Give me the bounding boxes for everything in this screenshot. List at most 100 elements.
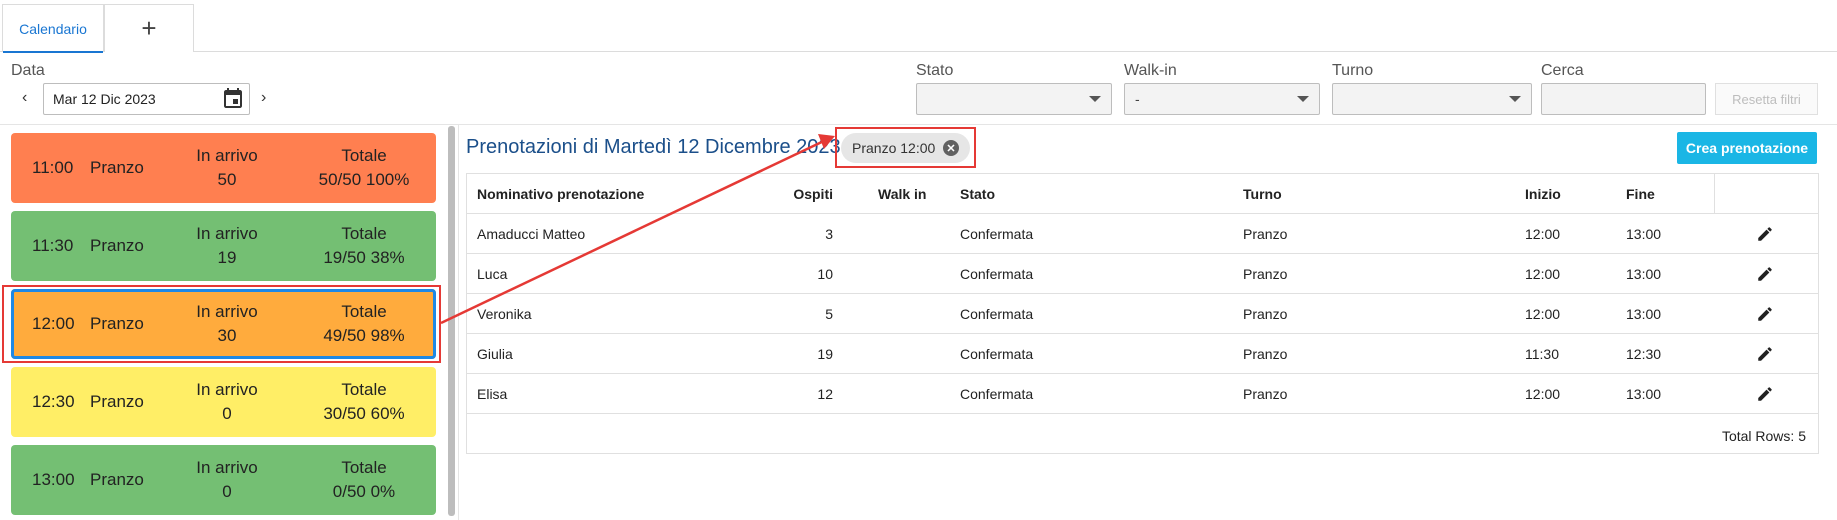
slot-card[interactable]: 11:00 Pranzo In arrivo 50 Totale 50/50 1… — [11, 133, 436, 203]
edit-icon[interactable] — [1756, 305, 1774, 323]
prev-day-icon[interactable]: ‹ — [22, 89, 27, 107]
cell-ospiti: 3 — [825, 226, 833, 242]
slot-turno: Pranzo — [90, 392, 144, 411]
column-header[interactable]: Fine — [1626, 186, 1655, 202]
column-header[interactable]: Ospiti — [753, 186, 833, 202]
cell-nominativo: Giulia — [477, 346, 513, 362]
cell-ospiti: 19 — [817, 346, 833, 362]
cell-turno: Pranzo — [1243, 266, 1288, 282]
slot-totale-label: Totale — [341, 458, 387, 477]
close-icon[interactable]: ✕ — [943, 140, 959, 156]
cell-stato: Confermata — [960, 386, 1034, 402]
slot-turno: Pranzo — [90, 470, 144, 489]
walkin-label: Walk-in — [1124, 62, 1177, 79]
cell-inizio: 12:00 — [1525, 386, 1561, 402]
column-header[interactable]: Stato — [960, 186, 995, 202]
column-header[interactable]: Inizio — [1525, 186, 1561, 202]
divider — [458, 125, 459, 520]
cell-stato: Confermata — [960, 266, 1034, 282]
edit-icon[interactable] — [1756, 385, 1774, 403]
divider — [467, 293, 1818, 294]
cell-stato: Confermata — [960, 306, 1034, 322]
cell-turno: Pranzo — [1243, 386, 1288, 402]
column-header[interactable]: Nominativo prenotazione — [477, 186, 644, 202]
slot-time: 12:30 — [32, 392, 75, 411]
scrollbar[interactable] — [448, 126, 455, 516]
total-rows: Total Rows: 5 — [1721, 428, 1806, 444]
stato-select[interactable] — [916, 83, 1112, 115]
slot-arrivo-value: 0 — [222, 482, 232, 501]
column-header[interactable]: Walk in — [878, 186, 927, 202]
cell-inizio: 11:30 — [1525, 346, 1559, 362]
date-input[interactable]: Mar 12 Dic 2023 — [43, 83, 250, 115]
cell-turno: Pranzo — [1243, 226, 1288, 242]
cell-turno: Pranzo — [1243, 306, 1288, 322]
cell-inizio: 12:00 — [1525, 266, 1561, 282]
divider — [467, 213, 1818, 214]
slot-time: 11:00 — [32, 158, 74, 177]
cell-nominativo: Amaducci Matteo — [477, 226, 586, 242]
column-header[interactable]: Turno — [1243, 186, 1282, 202]
cell-inizio: 12:00 — [1525, 226, 1561, 242]
slot-totale-label: Totale — [341, 224, 387, 243]
cell-fine: 13:00 — [1626, 226, 1662, 242]
stato-label: Stato — [916, 62, 954, 79]
walkin-select[interactable]: - — [1124, 83, 1320, 115]
slot-turno: Pranzo — [90, 236, 144, 255]
edit-icon[interactable] — [1756, 345, 1774, 363]
slot-totale-label: Totale — [341, 380, 387, 399]
divider — [467, 333, 1818, 334]
slot-totale-value: 19/50 38% — [323, 248, 405, 267]
search-input[interactable] — [1541, 83, 1706, 115]
edit-icon[interactable] — [1756, 265, 1774, 283]
chevron-down-icon — [1297, 96, 1309, 102]
slot-card[interactable]: 13:00 Pranzo In arrivo 0 Totale 0/50 0% — [11, 445, 436, 515]
slot-totale-value: 0/50 0% — [332, 482, 396, 501]
slot-card[interactable]: 11:30 Pranzo In arrivo 19 Totale 19/50 3… — [11, 211, 436, 281]
edit-icon[interactable] — [1756, 225, 1774, 243]
slot-totale-value: 30/50 60% — [323, 404, 405, 423]
slot-time: 13:00 — [32, 470, 75, 489]
annotation-highlight-box — [2, 285, 441, 363]
next-day-icon[interactable]: › — [261, 89, 266, 107]
divider — [467, 373, 1818, 374]
divider — [467, 253, 1818, 254]
calendar-icon[interactable] — [221, 87, 245, 111]
cell-ospiti: 12 — [817, 386, 833, 402]
cell-nominativo: Elisa — [477, 386, 508, 402]
cell-turno: Pranzo — [1243, 346, 1288, 362]
cell-nominativo: Veronika — [477, 306, 532, 322]
slot-totale-label: Totale — [341, 146, 387, 165]
turno-select[interactable] — [1332, 83, 1532, 115]
slot-arrivo-label: In arrivo — [196, 458, 258, 477]
cell-fine: 13:00 — [1626, 386, 1662, 402]
slot-time: 11:30 — [32, 236, 74, 255]
bookings-table: Nominativo prenotazione Ospiti Walk in S… — [466, 173, 1819, 454]
tab-calendario[interactable]: Calendario — [2, 4, 104, 53]
cell-ospiti: 5 — [825, 306, 833, 322]
slot-arrivo-label: In arrivo — [196, 380, 258, 399]
cell-stato: Confermata — [960, 226, 1034, 242]
cerca-label: Cerca — [1541, 62, 1584, 79]
cell-fine: 12:30 — [1626, 346, 1662, 362]
chevron-down-icon — [1089, 96, 1101, 102]
slot-card[interactable]: 12:30 Pranzo In arrivo 0 Totale 30/50 60… — [11, 367, 436, 437]
slot-arrivo-label: In arrivo — [196, 146, 258, 165]
add-tab-button[interactable]: + — [104, 4, 194, 52]
divider — [0, 124, 1837, 125]
cell-fine: 13:00 — [1626, 266, 1662, 282]
divider — [1714, 174, 1715, 214]
create-booking-button[interactable]: Crea prenotazione — [1677, 132, 1817, 164]
slot-arrivo-value: 0 — [222, 404, 232, 423]
walkin-value: - — [1135, 91, 1140, 107]
cell-inizio: 12:00 — [1525, 306, 1561, 322]
slot-arrivo-value: 50 — [217, 170, 237, 189]
slot-arrivo-label: In arrivo — [196, 224, 258, 243]
tab-bar: Calendario + — [0, 0, 1837, 53]
divider — [467, 413, 1818, 414]
slot-arrivo-value: 19 — [217, 248, 237, 267]
reset-filters-button[interactable]: Resetta filtri — [1715, 83, 1818, 115]
cell-ospiti: 10 — [817, 266, 833, 282]
cell-fine: 13:00 — [1626, 306, 1662, 322]
turno-label: Turno — [1332, 62, 1374, 79]
